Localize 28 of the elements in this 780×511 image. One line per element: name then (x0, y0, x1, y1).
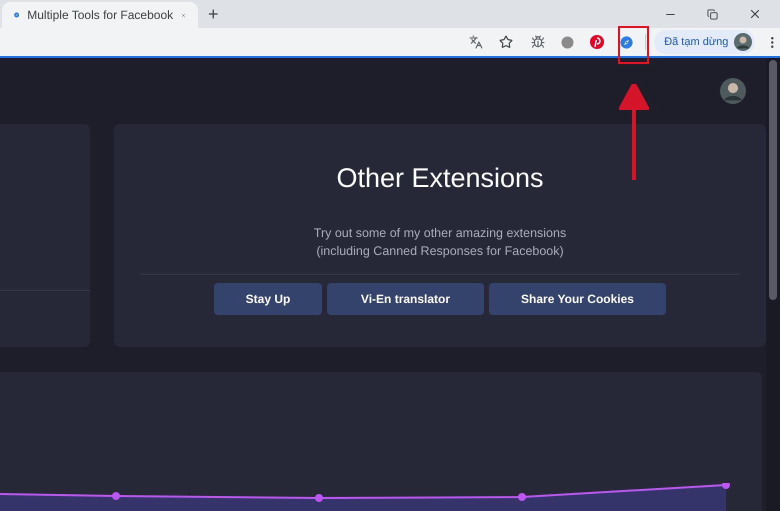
extension-logo-icon (620, 36, 634, 48)
avatar-icon[interactable] (720, 78, 746, 104)
browser-tab[interactable]: Multiple Tools for Facebook (2, 2, 198, 28)
arrow-icon (619, 84, 649, 180)
chart-point (518, 493, 526, 501)
scrollbar[interactable] (766, 58, 780, 511)
card-title: Other Extensions (336, 162, 544, 194)
restore-icon[interactable] (707, 8, 718, 20)
chart-point (112, 492, 120, 500)
profile-chip[interactable]: Đã tạm dừng (654, 30, 756, 54)
extension-button[interactable]: Stay Up (214, 283, 322, 315)
bug-icon[interactable] (531, 35, 546, 49)
pin-logo-icon[interactable] (590, 35, 604, 49)
highlight-frame (618, 26, 649, 64)
chart-point (315, 494, 323, 502)
extension-button[interactable]: Vi-En translator (327, 283, 484, 315)
chart-point (722, 483, 730, 489)
avatar-icon (734, 33, 752, 51)
extension-button[interactable]: Share Your Cookies (489, 283, 666, 315)
profile-status: Đã tạm dừng (664, 34, 728, 50)
description-line: (including Canned Responses for Facebook) (316, 243, 564, 260)
description-line: Try out some of my other amazing extensions (314, 225, 566, 242)
sphere-icon[interactable] (561, 36, 574, 48)
translate-icon[interactable] (469, 35, 484, 49)
tab-title: Multiple Tools for Facebook (27, 7, 174, 24)
star-icon[interactable] (499, 35, 514, 49)
close-window-icon[interactable] (748, 7, 762, 21)
new-tab-button[interactable]: + (208, 5, 219, 23)
